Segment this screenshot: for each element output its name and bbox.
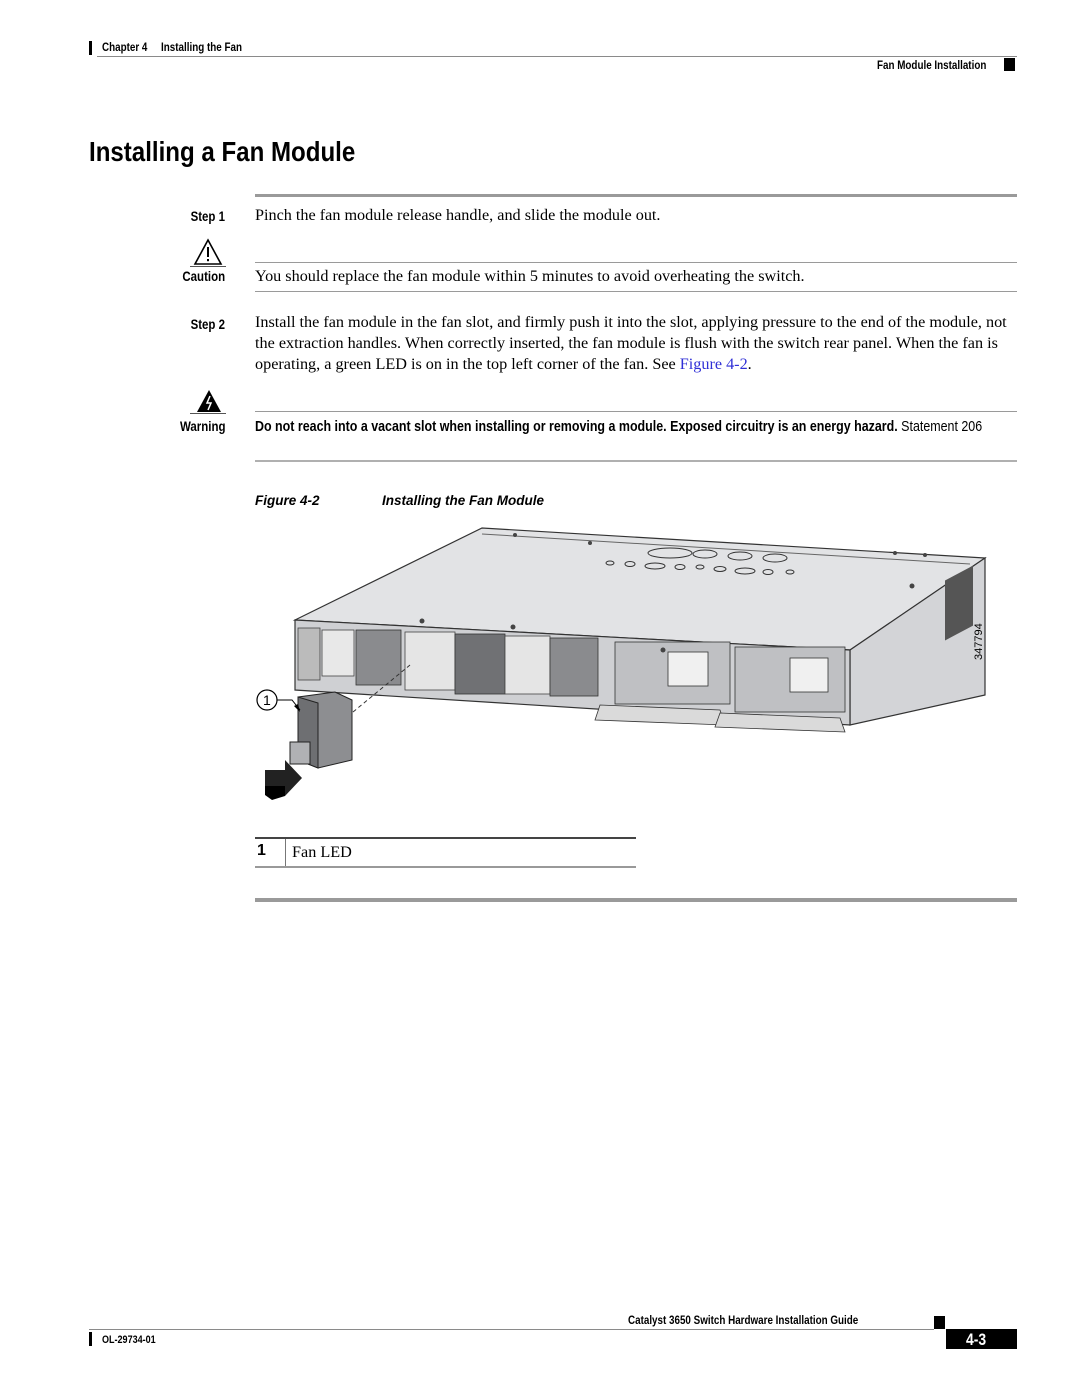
installed-fan-2	[549, 637, 599, 697]
footer-marker	[934, 1316, 945, 1329]
warning-icon-underline	[190, 413, 226, 414]
callout-number: 1	[263, 692, 271, 708]
warning-rule-bottom	[255, 460, 1017, 462]
footer-rule	[89, 1329, 934, 1330]
section-bottom-rule	[255, 898, 1017, 902]
footer-doc-number: OL-29734-01	[102, 1334, 156, 1346]
installed-fan-1	[355, 629, 402, 686]
fan-slot-empty-frame	[404, 631, 456, 691]
step-2-label: Step 2	[190, 316, 225, 332]
warning-text: Do not reach into a vacant slot when ins…	[255, 416, 1019, 437]
step-2-text: Install the fan module in the fan slot, …	[255, 312, 1017, 375]
legend-number: 1	[257, 842, 266, 859]
warning-rule-top	[255, 411, 1017, 412]
legend-divider	[285, 839, 286, 867]
footer-guide-title: Catalyst 3650 Switch Hardware Installati…	[628, 1313, 859, 1327]
step-2-end: .	[747, 355, 752, 373]
fan-module	[289, 691, 353, 769]
page-number: 4-3	[966, 1330, 987, 1349]
header-rule	[97, 56, 1017, 57]
switch-fan-illustration: 1	[256, 527, 987, 800]
legend-label: Fan LED	[292, 843, 352, 861]
caution-text: You should replace the fan module within…	[255, 267, 805, 285]
header-bar	[89, 41, 92, 55]
warning-bold-text: Do not reach into a vacant slot when ins…	[255, 418, 898, 435]
caution-triangle-icon	[193, 238, 223, 265]
caution-rule-top	[255, 262, 1017, 263]
section-header: Fan Module Installation	[877, 58, 987, 72]
vacant-fan-slot	[454, 633, 506, 695]
step-1-text: Pinch the fan module release handle, and…	[255, 206, 661, 224]
warning-lightning-icon	[197, 390, 221, 412]
legend-rule-bottom	[255, 866, 636, 868]
figure-link[interactable]: Figure 4-2	[680, 355, 748, 373]
figure-number: Figure 4-2	[255, 493, 320, 508]
header-marker	[1004, 58, 1015, 71]
step-1-label: Step 1	[190, 208, 225, 224]
caution-label: Caution	[182, 268, 225, 284]
page-title: Installing a Fan Module	[89, 136, 356, 167]
legend-rule-top	[255, 837, 636, 839]
caution-rule-bottom	[255, 291, 1017, 292]
warning-statement: Statement 206	[897, 418, 983, 435]
figure-title: Installing the Fan Module	[382, 493, 544, 508]
caution-icon-underline	[190, 266, 226, 267]
step-2-body: Install the fan module in the fan slot, …	[255, 313, 1007, 373]
section-top-rule	[255, 194, 1017, 197]
warning-label: Warning	[179, 418, 225, 434]
chapter-header: Chapter 4 Installing the Fan	[102, 40, 242, 54]
figure-id: 347794	[973, 623, 985, 660]
footer-bar	[89, 1332, 92, 1346]
